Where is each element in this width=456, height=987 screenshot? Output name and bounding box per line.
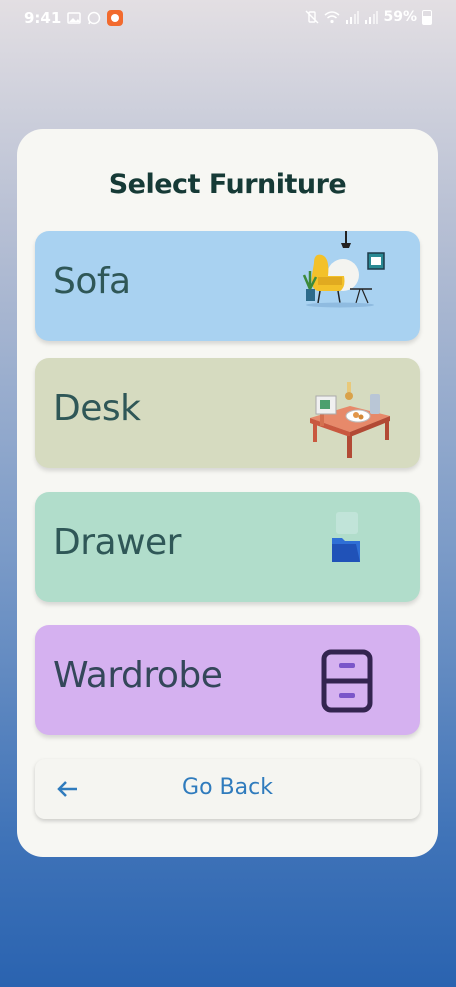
desk-illustration-icon bbox=[310, 382, 390, 458]
desk-label: Desk bbox=[53, 388, 141, 429]
wardrobe-label: Wardrobe bbox=[53, 655, 223, 696]
status-bar: 9:41 59% bbox=[0, 0, 456, 36]
wifi-icon bbox=[324, 10, 340, 23]
go-back-button[interactable]: Go Back bbox=[35, 759, 420, 819]
desk-option-button[interactable]: Desk bbox=[35, 358, 420, 468]
battery-percentage: 59% bbox=[383, 9, 417, 25]
sofa-label: Sofa bbox=[53, 261, 131, 302]
sofa-illustration-icon bbox=[302, 231, 385, 308]
go-back-label: Go Back bbox=[182, 775, 273, 800]
status-time: 9:41 bbox=[24, 9, 62, 27]
sofa-option-button[interactable]: Sofa bbox=[35, 231, 420, 341]
drawer-option-button[interactable]: Drawer bbox=[35, 492, 420, 602]
status-left: 9:41 bbox=[24, 9, 124, 27]
drawer-label: Drawer bbox=[53, 522, 181, 563]
signal-icon bbox=[365, 10, 379, 24]
wardrobe-option-button[interactable]: Wardrobe bbox=[35, 625, 420, 735]
status-right: 59% bbox=[305, 9, 432, 25]
wardrobe-icon bbox=[321, 649, 373, 713]
page-title: Select Furniture bbox=[108, 169, 347, 200]
whatsapp-icon bbox=[88, 11, 101, 25]
folder-icon bbox=[332, 512, 360, 562]
signal-icon bbox=[346, 10, 360, 24]
furniture-selection-card: Select Furniture Sofa Desk Drawer Wardro… bbox=[17, 129, 438, 857]
app-notification-icon bbox=[107, 10, 124, 26]
gallery-icon bbox=[67, 12, 82, 24]
mute-vibrate-icon bbox=[305, 10, 319, 24]
battery-icon bbox=[422, 9, 432, 25]
